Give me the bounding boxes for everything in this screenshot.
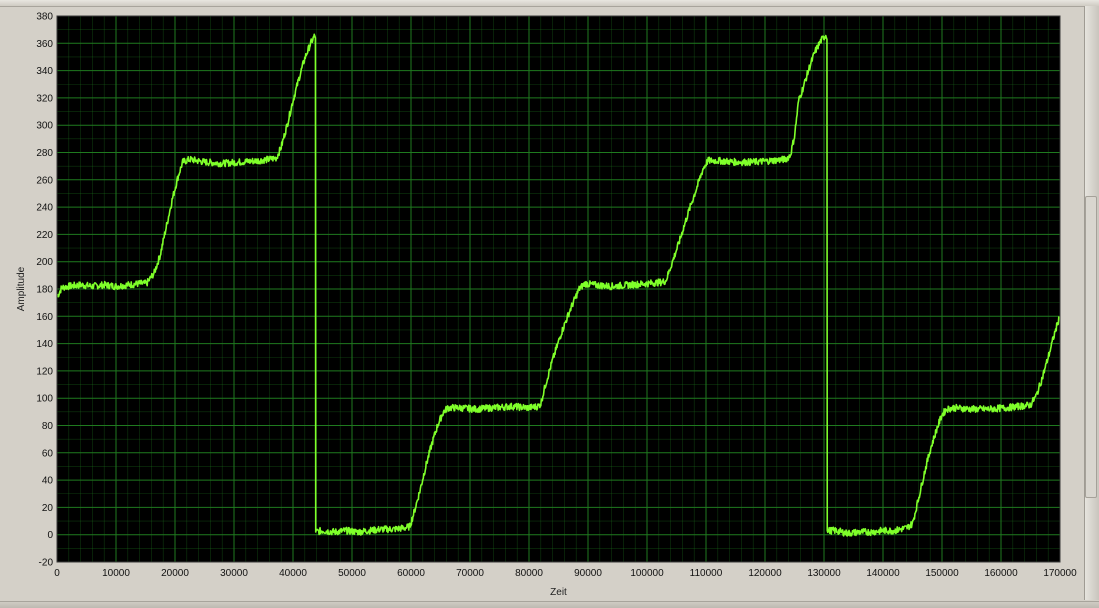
y-axis-title: Amplitude: [16, 266, 27, 311]
scrollbar-thumb[interactable]: [1085, 196, 1097, 498]
y-tick-label: 380: [36, 12, 53, 23]
y-tick-label: 240: [36, 203, 53, 214]
y-tick-label: 0: [47, 530, 53, 541]
x-tick-label: 30000: [220, 568, 248, 579]
x-tick-label: 150000: [925, 568, 959, 579]
x-tick-label: 100000: [630, 568, 664, 579]
x-tick-label: 170000: [1043, 568, 1077, 579]
y-tick-label: -20: [39, 558, 54, 569]
window-bottom-bar: [0, 601, 1099, 608]
y-axis-tick-labels: -20 0 20 40 60 80 100 120 140 160 180 200 220 240 260 2…: [36, 12, 53, 569]
x-tick-label: 120000: [748, 568, 782, 579]
chart: 0 10000 20000 30000 40000 50000 60000 70000 8000…: [16, 12, 1077, 599]
x-tick-label: 0: [54, 568, 60, 579]
y-tick-label: 20: [42, 503, 54, 514]
y-tick-label: 180: [36, 285, 53, 296]
x-tick-label: 160000: [984, 568, 1018, 579]
x-tick-label: 130000: [807, 568, 841, 579]
x-tick-label: 60000: [397, 568, 425, 579]
y-tick-label: 340: [36, 66, 53, 77]
y-tick-label: 360: [36, 39, 53, 50]
y-tick-label: 100: [36, 394, 53, 405]
x-tick-label: 40000: [279, 568, 307, 579]
y-tick-label: 220: [36, 230, 53, 241]
major-grid: [56, 15, 1061, 563]
y-tick-label: 160: [36, 312, 53, 323]
x-tick-label: 90000: [574, 568, 602, 579]
y-tick-label: 280: [36, 148, 53, 159]
x-tick-label: 50000: [338, 568, 366, 579]
x-axis-title: Zeit: [550, 587, 567, 598]
x-tick-label: 20000: [161, 568, 189, 579]
x-tick-label: 80000: [515, 568, 543, 579]
y-tick-label: 260: [36, 175, 53, 186]
y-tick-label: 200: [36, 257, 53, 268]
y-tick-label: 320: [36, 93, 53, 104]
vertical-scrollbar[interactable]: [1084, 6, 1099, 600]
x-tick-label: 10000: [102, 568, 130, 579]
y-tick-label: 140: [36, 339, 53, 350]
x-axis-tick-labels: 0 10000 20000 30000 40000 50000 60000 70000 8000…: [54, 568, 1077, 579]
x-tick-label: 140000: [866, 568, 900, 579]
x-tick-label: 110000: [690, 568, 723, 579]
y-tick-label: 80: [42, 421, 54, 432]
y-tick-label: 40: [42, 476, 54, 487]
y-tick-label: 60: [42, 448, 54, 459]
x-tick-label: 70000: [456, 568, 484, 579]
y-tick-label: 300: [36, 121, 53, 132]
y-tick-label: 120: [36, 366, 53, 377]
